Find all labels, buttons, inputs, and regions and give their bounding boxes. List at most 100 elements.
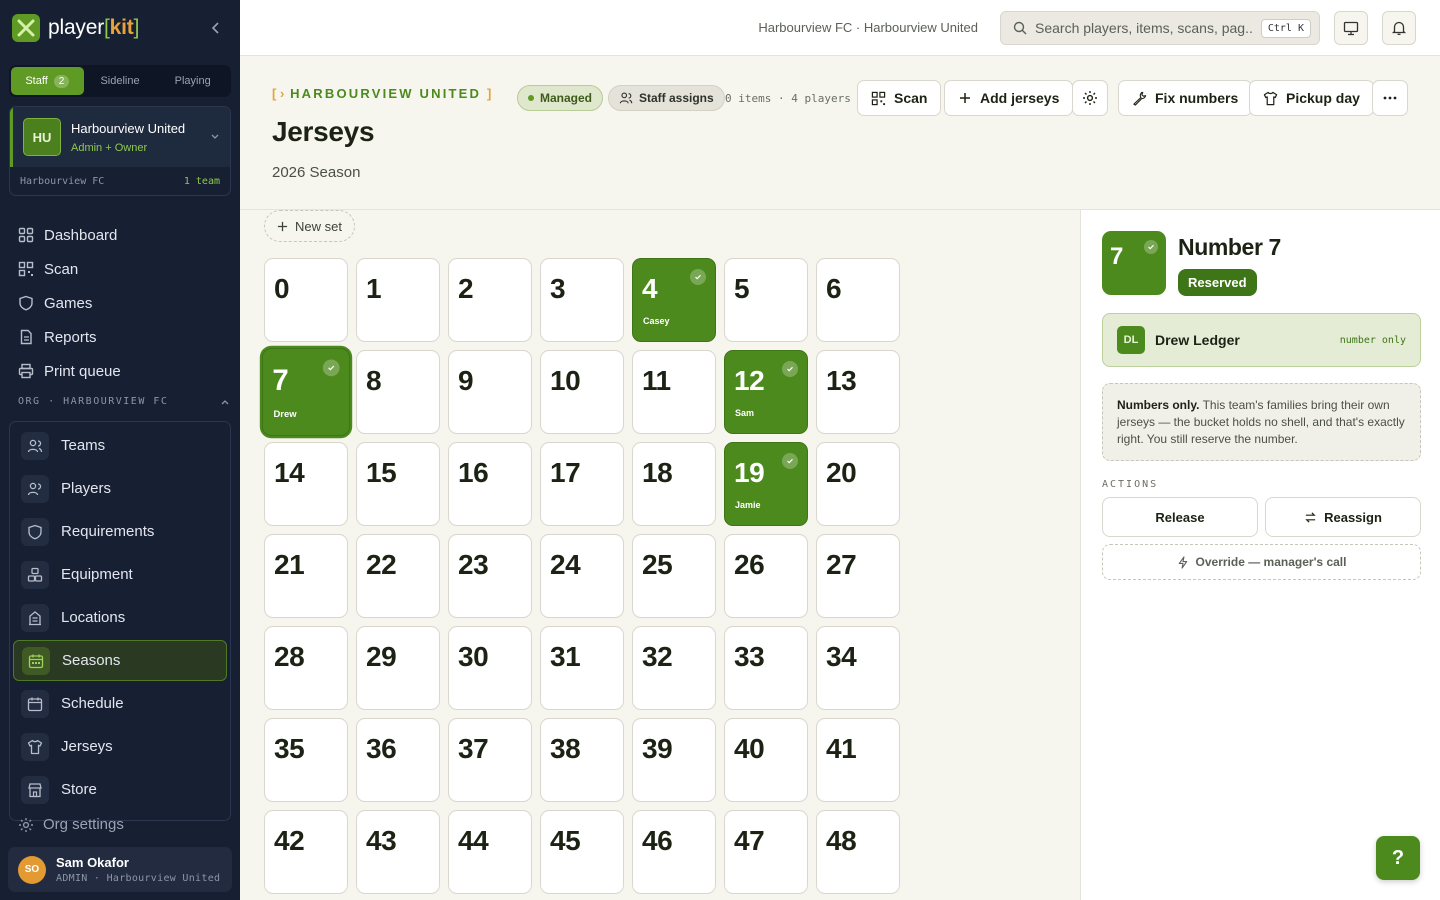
org-nav-locations[interactable]: Locations xyxy=(13,597,227,638)
breadcrumb[interactable]: Harbourview FC · Harbourview United xyxy=(758,20,978,35)
jersey-cell-1[interactable]: 1 xyxy=(356,258,440,342)
jersey-player-name: Jamie xyxy=(735,500,761,510)
staff-assigns-badge[interactable]: Staff assigns xyxy=(608,85,725,111)
jersey-cell-22[interactable]: 22 xyxy=(356,534,440,618)
pickup-day-button[interactable]: Pickup day xyxy=(1249,80,1374,116)
jersey-cell-18[interactable]: 18 xyxy=(632,442,716,526)
display-mode-button[interactable] xyxy=(1334,11,1368,45)
jersey-cell-17[interactable]: 17 xyxy=(540,442,624,526)
release-button[interactable]: Release xyxy=(1102,497,1258,537)
jersey-cell-12[interactable]: 12 Sam xyxy=(724,350,808,434)
jersey-cell-30[interactable]: 30 xyxy=(448,626,532,710)
search-input[interactable] xyxy=(1035,20,1253,36)
jersey-number: 48 xyxy=(826,825,857,856)
jersey-cell-7[interactable]: 7 Drew xyxy=(261,347,351,437)
jersey-cell-33[interactable]: 33 xyxy=(724,626,808,710)
org-section-header[interactable]: ORG · HARBOURVIEW FC xyxy=(18,396,230,407)
jersey-cell-40[interactable]: 40 xyxy=(724,718,808,802)
jersey-cell-47[interactable]: 47 xyxy=(724,810,808,894)
jersey-cell-2[interactable]: 2 xyxy=(448,258,532,342)
brand[interactable]: player[kit] xyxy=(12,14,139,42)
jersey-cell-27[interactable]: 27 xyxy=(816,534,900,618)
jersey-cell-44[interactable]: 44 xyxy=(448,810,532,894)
jersey-cell-45[interactable]: 45 xyxy=(540,810,624,894)
jersey-cell-41[interactable]: 41 xyxy=(816,718,900,802)
jersey-cell-11[interactable]: 11 xyxy=(632,350,716,434)
fix-numbers-button[interactable]: Fix numbers xyxy=(1118,80,1253,116)
reassign-button[interactable]: Reassign xyxy=(1265,497,1421,537)
jersey-cell-15[interactable]: 15 xyxy=(356,442,440,526)
org-settings-link[interactable]: Org settings xyxy=(18,816,124,833)
jersey-cell-43[interactable]: 43 xyxy=(356,810,440,894)
jersey-cell-48[interactable]: 48 xyxy=(816,810,900,894)
jersey-number: 42 xyxy=(274,825,305,856)
help-button[interactable]: ? xyxy=(1376,836,1420,880)
team-switcher[interactable]: HU Harbourview United Admin + Owner Harb… xyxy=(9,106,231,196)
jersey-number: 16 xyxy=(458,457,489,488)
nav-games[interactable]: Games xyxy=(9,286,231,320)
mode-tab-playing[interactable]: Playing xyxy=(156,67,229,95)
jersey-cell-6[interactable]: 6 xyxy=(816,258,900,342)
jersey-cell-25[interactable]: 25 xyxy=(632,534,716,618)
jersey-cell-32[interactable]: 32 xyxy=(632,626,716,710)
jersey-cell-29[interactable]: 29 xyxy=(356,626,440,710)
jersey-cell-28[interactable]: 28 xyxy=(264,626,348,710)
jersey-cell-34[interactable]: 34 xyxy=(816,626,900,710)
user-menu[interactable]: SO Sam Okafor ADMIN · Harbourview United xyxy=(8,847,232,892)
jersey-cell-36[interactable]: 36 xyxy=(356,718,440,802)
jersey-cell-3[interactable]: 3 xyxy=(540,258,624,342)
org-nav-store[interactable]: Store xyxy=(13,769,227,810)
jersey-cell-8[interactable]: 8 xyxy=(356,350,440,434)
org-nav-requirements[interactable]: Requirements xyxy=(13,511,227,552)
jersey-cell-39[interactable]: 39 xyxy=(632,718,716,802)
jersey-player-name: Drew xyxy=(273,408,297,420)
jersey-cell-23[interactable]: 23 xyxy=(448,534,532,618)
jersey-cell-24[interactable]: 24 xyxy=(540,534,624,618)
nav-print-queue[interactable]: Print queue xyxy=(9,354,231,388)
nav-scan[interactable]: Scan xyxy=(9,252,231,286)
nav-dashboard[interactable]: Dashboard xyxy=(9,218,231,252)
jersey-cell-16[interactable]: 16 xyxy=(448,442,532,526)
jersey-cell-19[interactable]: 19 Jamie xyxy=(724,442,808,526)
nav-reports[interactable]: Reports xyxy=(9,320,231,354)
jersey-cell-14[interactable]: 14 xyxy=(264,442,348,526)
jersey-cell-26[interactable]: 26 xyxy=(724,534,808,618)
org-nav-equipment[interactable]: Equipment xyxy=(13,554,227,595)
user-name: Sam Okafor xyxy=(56,855,129,870)
settings-button[interactable] xyxy=(1072,80,1108,116)
search-box[interactable]: Ctrl K xyxy=(1000,11,1320,45)
jersey-cell-4[interactable]: 4 Casey xyxy=(632,258,716,342)
jersey-number: 25 xyxy=(642,549,673,580)
org-nav-seasons[interactable]: Seasons xyxy=(13,640,227,681)
jersey-number: 21 xyxy=(274,549,305,580)
org-nav-players[interactable]: Players xyxy=(13,468,227,509)
jersey-cell-13[interactable]: 13 xyxy=(816,350,900,434)
staff-count-badge: 2 xyxy=(53,74,70,88)
jersey-cell-35[interactable]: 35 xyxy=(264,718,348,802)
jersey-cell-20[interactable]: 20 xyxy=(816,442,900,526)
jersey-cell-38[interactable]: 38 xyxy=(540,718,624,802)
new-set-button[interactable]: New set xyxy=(264,210,355,242)
jersey-cell-21[interactable]: 21 xyxy=(264,534,348,618)
scan-button[interactable]: Scan xyxy=(857,80,942,116)
add-jerseys-button[interactable]: Add jerseys xyxy=(944,80,1074,116)
jersey-cell-10[interactable]: 10 xyxy=(540,350,624,434)
more-options-button[interactable] xyxy=(1372,80,1408,116)
jersey-cell-9[interactable]: 9 xyxy=(448,350,532,434)
mode-tab-staff[interactable]: Staff 2 xyxy=(11,67,84,95)
jersey-cell-31[interactable]: 31 xyxy=(540,626,624,710)
team-name: Harbourview United xyxy=(71,120,186,136)
jersey-cell-42[interactable]: 42 xyxy=(264,810,348,894)
org-nav-schedule[interactable]: Schedule xyxy=(13,683,227,724)
org-nav-teams[interactable]: Teams xyxy=(13,425,227,466)
jersey-cell-46[interactable]: 46 xyxy=(632,810,716,894)
jersey-cell-37[interactable]: 37 xyxy=(448,718,532,802)
collapse-sidebar-icon[interactable] xyxy=(206,18,226,38)
override-button[interactable]: Override — manager's call xyxy=(1102,544,1421,580)
org-nav-jerseys[interactable]: Jerseys xyxy=(13,726,227,767)
notifications-button[interactable] xyxy=(1382,11,1416,45)
jersey-cell-0[interactable]: 0 xyxy=(264,258,348,342)
jersey-cell-5[interactable]: 5 xyxy=(724,258,808,342)
number-holder-card[interactable]: DL Drew Ledger number only xyxy=(1102,313,1421,367)
mode-tab-sideline[interactable]: Sideline xyxy=(84,67,157,95)
